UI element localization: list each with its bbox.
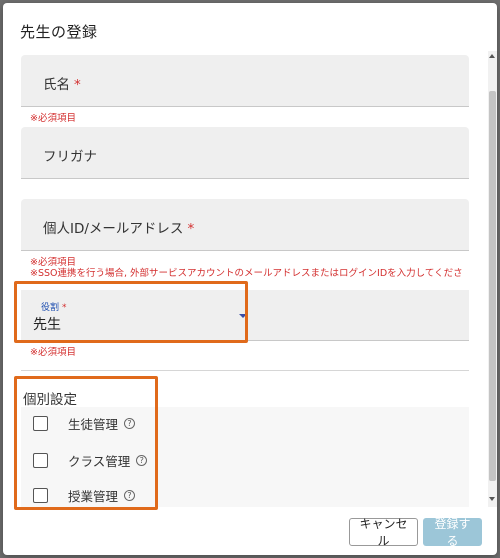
- submit-button[interactable]: 登録する: [423, 517, 482, 548]
- scroll-down-icon[interactable]: [489, 497, 495, 501]
- required-mark: *: [74, 77, 81, 93]
- role-highlight-box: [14, 281, 248, 343]
- name-help-text: ※必須項目: [30, 113, 76, 124]
- name-field[interactable]: 氏名 *: [21, 55, 469, 107]
- scrollbar[interactable]: [488, 51, 497, 507]
- email-help-text: ※必須項目: [30, 257, 76, 268]
- dialog-title: 先生の登録: [20, 23, 98, 41]
- divider: [21, 370, 469, 371]
- settings-highlight-box: [14, 376, 158, 510]
- furigana-field[interactable]: フリガナ: [21, 127, 469, 179]
- cancel-button[interactable]: キャンセル: [349, 517, 418, 548]
- email-label: 個人ID/メールアドレス *: [43, 221, 195, 237]
- furigana-label: フリガナ: [43, 149, 97, 165]
- name-label: 氏名 *: [43, 77, 81, 93]
- role-help-text: ※必須項目: [30, 347, 76, 358]
- scroll-up-icon[interactable]: [489, 54, 495, 58]
- email-field[interactable]: 個人ID/メールアドレス *: [21, 199, 469, 251]
- email-sso-help-text: ※SSO連携を行う場合, 外部サービスアカウントのメールアドレスまたはログインI…: [30, 268, 463, 279]
- register-teacher-dialog: 先生の登録 氏名 * ※必須項目 フリガナ 個人ID/メールアドレス * ※必須項目…: [3, 3, 497, 555]
- scrollbar-thumb[interactable]: [489, 91, 496, 481]
- required-mark: *: [187, 221, 195, 237]
